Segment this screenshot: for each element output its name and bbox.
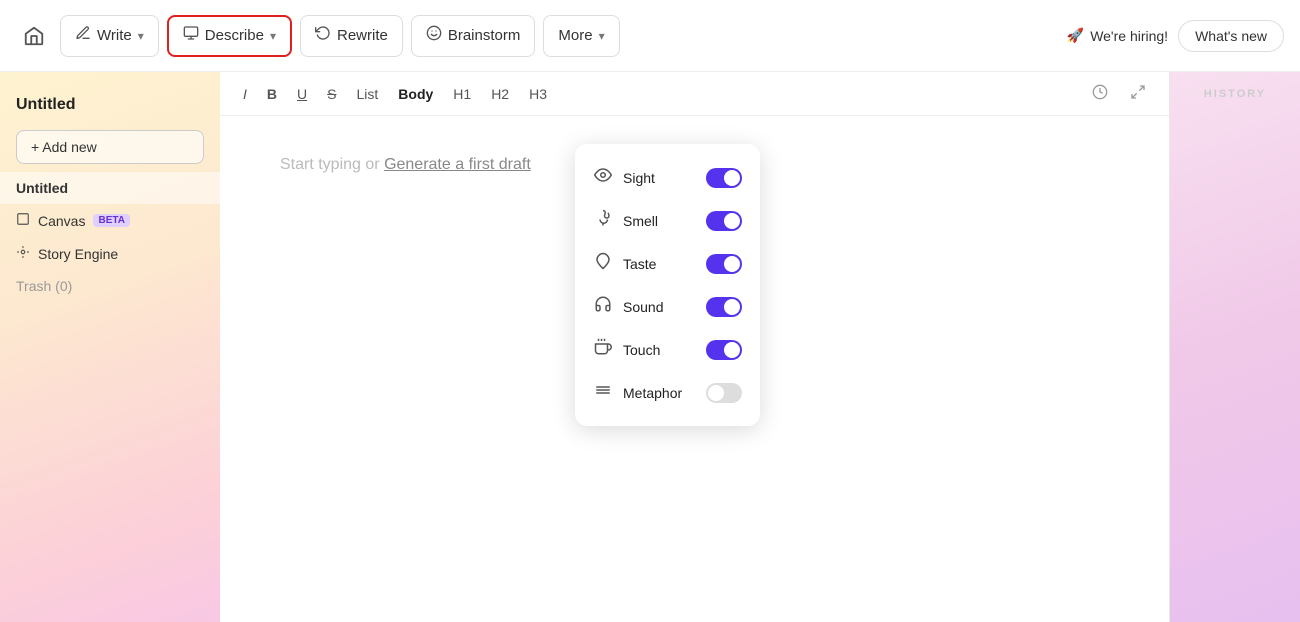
- brainstorm-label: Brainstorm: [448, 27, 521, 44]
- sound-icon: [593, 295, 613, 318]
- rewrite-icon: [315, 25, 331, 46]
- describe-dropdown: Sight Smell Ta: [575, 144, 760, 426]
- describe-chevron: ▾: [270, 29, 276, 43]
- taste-toggle[interactable]: [706, 254, 742, 274]
- more-chevron: ▾: [599, 29, 605, 43]
- beta-badge: BETA: [93, 214, 129, 227]
- topbar-left: Write ▾ Describe ▾ Rewrite: [16, 15, 620, 57]
- h1-button[interactable]: H1: [446, 83, 478, 105]
- more-label: More: [558, 27, 592, 44]
- smell-label: Smell: [623, 213, 658, 229]
- hiring-button[interactable]: 🚀 We're hiring!: [1067, 27, 1168, 44]
- topbar-right: 🚀 We're hiring! What's new: [1067, 20, 1284, 52]
- sidebar-item-untitled-label: Untitled: [16, 180, 68, 196]
- right-panel: HISTORY: [1170, 72, 1300, 622]
- dropdown-item-metaphor[interactable]: Metaphor: [575, 371, 760, 414]
- sidebar-item-canvas[interactable]: Canvas BETA: [0, 204, 220, 237]
- describe-label: Describe: [205, 27, 264, 44]
- sight-icon: [593, 166, 613, 189]
- sidebar-item-story-engine-label: Story Engine: [38, 246, 118, 262]
- home-icon[interactable]: [16, 18, 52, 54]
- metaphor-toggle[interactable]: [706, 383, 742, 403]
- rewrite-label: Rewrite: [337, 27, 388, 44]
- editor-placeholder: Start typing or: [280, 156, 380, 173]
- write-label: Write: [97, 27, 132, 44]
- canvas-icon: [16, 212, 30, 229]
- sidebar-item-story-engine[interactable]: Story Engine: [0, 237, 220, 270]
- history-button[interactable]: [1085, 81, 1115, 106]
- write-icon: [75, 25, 91, 46]
- editor-area: I B U S List Body H1 H2 H3: [220, 72, 1169, 622]
- sound-toggle[interactable]: [706, 297, 742, 317]
- whats-new-button[interactable]: What's new: [1178, 20, 1284, 52]
- sidebar-item-canvas-label: Canvas: [38, 213, 85, 229]
- clock-icon: [1092, 87, 1108, 103]
- taste-label: Taste: [623, 256, 656, 272]
- h2-button[interactable]: H2: [484, 83, 516, 105]
- sidebar-item-trash-label: Trash (0): [16, 278, 72, 294]
- doc-title: Untitled: [0, 88, 220, 122]
- story-engine-icon: [16, 245, 30, 262]
- brainstorm-button[interactable]: Brainstorm: [411, 15, 536, 57]
- sight-toggle[interactable]: [706, 168, 742, 188]
- smell-toggle[interactable]: [706, 211, 742, 231]
- rocket-icon: 🚀: [1067, 27, 1084, 44]
- write-button[interactable]: Write ▾: [60, 15, 159, 57]
- topbar: Write ▾ Describe ▾ Rewrite: [0, 0, 1300, 72]
- more-button[interactable]: More ▾: [543, 15, 619, 57]
- strikethrough-button[interactable]: S: [320, 83, 343, 105]
- dropdown-item-touch[interactable]: Touch: [575, 328, 760, 371]
- write-chevron: ▾: [138, 29, 144, 43]
- h3-button[interactable]: H3: [522, 83, 554, 105]
- expand-icon: [1130, 87, 1146, 103]
- dropdown-item-sound[interactable]: Sound: [575, 285, 760, 328]
- taste-icon: [593, 252, 613, 275]
- sidebar: Untitled + Add new Untitled Canvas BETA …: [0, 72, 220, 622]
- toolbar-right: [1085, 81, 1153, 106]
- body-button[interactable]: Body: [391, 83, 440, 105]
- sidebar-item-trash[interactable]: Trash (0): [0, 270, 220, 302]
- smell-icon: [593, 209, 613, 232]
- expand-button[interactable]: [1123, 81, 1153, 106]
- main-layout: Untitled + Add new Untitled Canvas BETA …: [0, 72, 1300, 622]
- list-button[interactable]: List: [349, 83, 385, 105]
- sidebar-item-untitled[interactable]: Untitled: [0, 172, 220, 204]
- editor-toolbar: I B U S List Body H1 H2 H3: [220, 72, 1169, 116]
- history-label: HISTORY: [1204, 88, 1266, 100]
- whats-new-label: What's new: [1195, 28, 1267, 44]
- touch-toggle[interactable]: [706, 340, 742, 360]
- italic-button[interactable]: I: [236, 83, 254, 105]
- touch-icon: [593, 338, 613, 361]
- sight-label: Sight: [623, 170, 655, 186]
- add-new-button[interactable]: + Add new: [16, 130, 204, 164]
- generate-draft-link[interactable]: Generate a first draft: [384, 156, 531, 173]
- describe-button[interactable]: Describe ▾: [167, 15, 292, 57]
- dropdown-item-sight[interactable]: Sight: [575, 156, 760, 199]
- touch-label: Touch: [623, 342, 660, 358]
- add-new-label: + Add new: [31, 139, 97, 155]
- rewrite-button[interactable]: Rewrite: [300, 15, 403, 57]
- describe-icon: [183, 25, 199, 46]
- metaphor-icon: [593, 381, 613, 404]
- sound-label: Sound: [623, 299, 663, 315]
- hiring-label: We're hiring!: [1090, 28, 1168, 44]
- brainstorm-icon: [426, 25, 442, 46]
- underline-button[interactable]: U: [290, 83, 314, 105]
- metaphor-label: Metaphor: [623, 385, 682, 401]
- dropdown-item-smell[interactable]: Smell: [575, 199, 760, 242]
- bold-button[interactable]: B: [260, 83, 284, 105]
- dropdown-item-taste[interactable]: Taste: [575, 242, 760, 285]
